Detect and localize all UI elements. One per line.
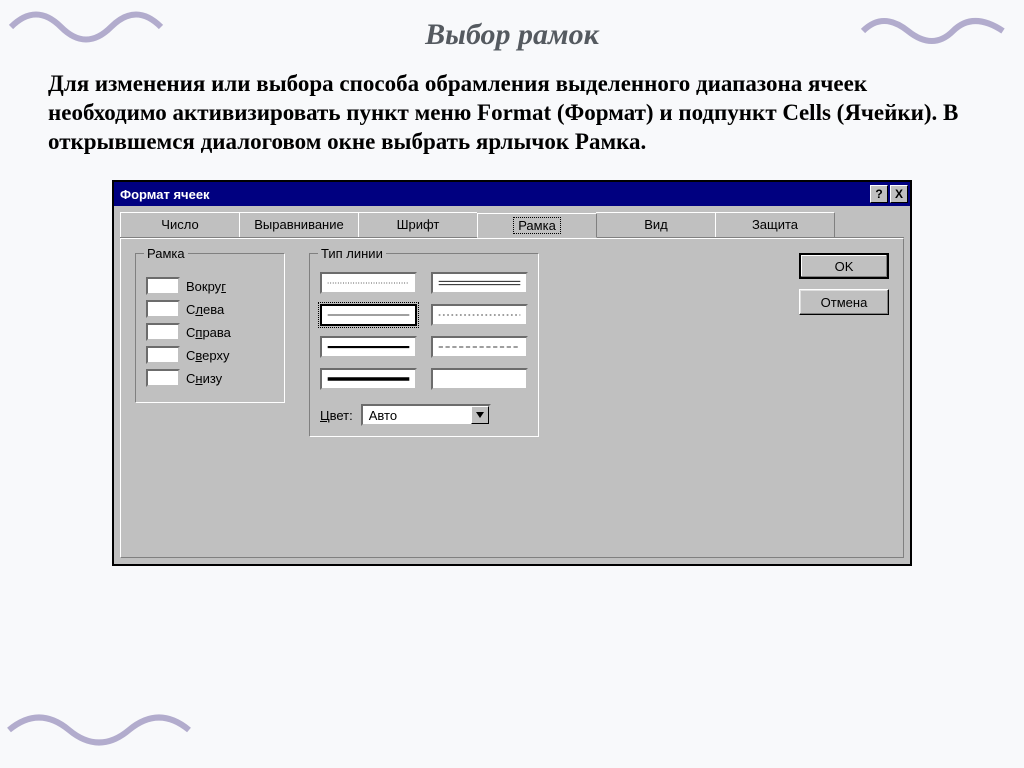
dialog-titlebar[interactable]: Формат ячеек ? X	[114, 182, 910, 206]
close-button[interactable]: X	[890, 185, 908, 203]
line-style-thick[interactable]	[320, 368, 417, 390]
border-group: Рамка Вокруг Слева Справа	[135, 253, 285, 403]
bottom-border-button[interactable]	[146, 369, 180, 387]
tab-protection[interactable]: Защита	[715, 212, 835, 237]
tab-font[interactable]: Шрифт	[358, 212, 478, 237]
tab-border[interactable]: Рамка	[477, 213, 597, 238]
slide-body-text: Для изменения или выбора способа обрамле…	[48, 70, 976, 156]
cancel-button[interactable]: Отмена	[799, 289, 889, 315]
color-dropdown-value: Авто	[363, 408, 471, 423]
format-cells-dialog: Формат ячеек ? X Число Выравнивание Шриф…	[112, 180, 912, 566]
right-border-button[interactable]	[146, 323, 180, 341]
line-style-fine-dots[interactable]	[431, 304, 528, 326]
tab-label: Вид	[644, 217, 668, 232]
tab-strip: Число Выравнивание Шрифт Рамка Вид Защит…	[120, 212, 904, 238]
outline-border-button[interactable]	[146, 277, 180, 295]
question-icon: ?	[875, 188, 882, 200]
tab-number[interactable]: Число	[120, 212, 240, 237]
ok-button[interactable]: OK	[799, 253, 889, 279]
line-style-thin[interactable]	[320, 304, 417, 326]
border-group-legend: Рамка	[144, 246, 188, 261]
line-type-group: Тип линии	[309, 253, 539, 437]
tab-alignment[interactable]: Выравнивание	[239, 212, 359, 237]
bottom-border-label: Снизу	[186, 371, 222, 386]
tab-view[interactable]: Вид	[596, 212, 716, 237]
left-border-button[interactable]	[146, 300, 180, 318]
color-dropdown[interactable]: Авто	[361, 404, 491, 426]
color-label: Цвет:	[320, 408, 353, 423]
left-border-label: Слева	[186, 302, 224, 317]
line-style-double-thin[interactable]	[431, 272, 528, 294]
line-style-none[interactable]	[431, 368, 528, 390]
help-button[interactable]: ?	[870, 185, 888, 203]
top-border-button[interactable]	[146, 346, 180, 364]
line-style-dotted[interactable]	[320, 272, 417, 294]
outline-border-label: Вокруг	[186, 279, 226, 294]
tab-label: Шрифт	[397, 217, 440, 232]
line-style-dashed[interactable]	[431, 336, 528, 358]
chevron-down-icon[interactable]	[471, 406, 489, 424]
tab-label: Защита	[752, 217, 798, 232]
right-border-label: Справа	[186, 325, 231, 340]
line-type-legend: Тип линии	[318, 246, 386, 261]
tab-panel-border: Рамка Вокруг Слева Справа	[120, 238, 904, 558]
tab-label: Число	[161, 217, 198, 232]
line-style-medium[interactable]	[320, 336, 417, 358]
tab-label: Выравнивание	[254, 217, 343, 232]
dialog-title: Формат ячеек	[120, 187, 210, 202]
tab-label: Рамка	[514, 218, 560, 233]
top-border-label: Сверху	[186, 348, 229, 363]
close-icon: X	[895, 188, 903, 200]
